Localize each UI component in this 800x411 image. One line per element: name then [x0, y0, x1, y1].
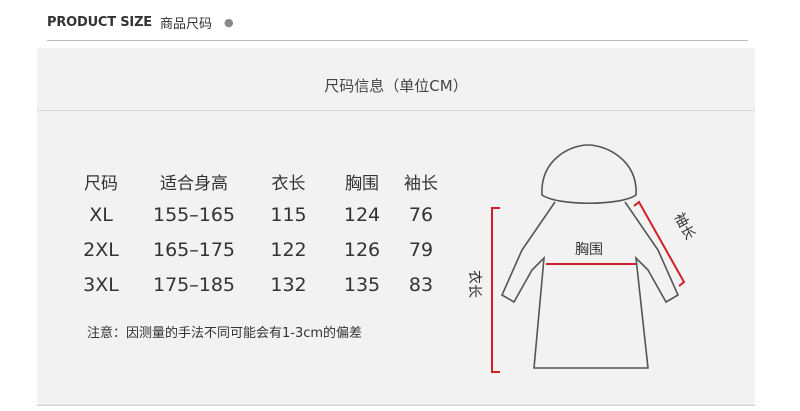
size-table: 尺码 适合身高 衣长 胸围 袖长 XL 155–165 115 124 76 2…: [55, 165, 454, 302]
measurement-note: 注意：因测量的手法不同可能会有1-3cm的偏差: [87, 326, 363, 341]
sleeve-label: 袖长: [670, 210, 697, 242]
cell-chest: 124: [343, 203, 381, 226]
length-marker: [491, 207, 500, 373]
table-row: 3XL 175–185 132 135 83: [55, 267, 454, 302]
cell-height: 165–175: [152, 238, 236, 261]
dot-icon: ●: [224, 15, 234, 29]
chest-label: 胸围: [575, 242, 603, 258]
cell-sleeve: 83: [408, 273, 434, 296]
coat-outline: [500, 201, 680, 369]
length-label: 衣长: [466, 270, 482, 298]
table-row: XL 155–165 115 124 76: [55, 197, 454, 232]
cell-height: 175–185: [152, 273, 236, 296]
hood-outline: [541, 144, 637, 204]
table-header-row: 尺码 适合身高 衣长 胸围 袖长: [55, 165, 454, 197]
cell-size: 2XL: [83, 238, 119, 261]
cell-size: XL: [89, 203, 113, 226]
section-header: PRODUCT SIZE 商品尺码 ●: [47, 12, 234, 32]
table-row: 2XL 165–175 122 126 79: [55, 232, 454, 267]
header-sleeve: 袖长: [404, 173, 438, 194]
raincoat-diagram: 胸围 衣长 袖长: [466, 144, 698, 373]
cell-sleeve: 79: [408, 238, 434, 261]
cell-height: 155–165: [152, 203, 236, 226]
header-length: 衣长: [271, 173, 306, 194]
cell-length: 132: [270, 273, 307, 296]
size-info-title: 尺码信息（单位CM）: [324, 77, 468, 95]
bottom-divider: [37, 404, 755, 406]
title-divider: [37, 110, 755, 111]
cell-length: 115: [270, 203, 307, 226]
product-size-label: PRODUCT SIZE: [47, 14, 152, 30]
cell-chest: 126: [343, 238, 381, 261]
cell-size: 3XL: [83, 273, 119, 296]
cell-sleeve: 76: [408, 203, 434, 226]
product-size-cn-label: 商品尺码: [159, 16, 212, 32]
header-divider: [47, 40, 748, 41]
cell-length: 122: [270, 238, 307, 261]
header-size: 尺码: [84, 173, 118, 194]
header-height: 适合身高: [160, 173, 228, 194]
cell-chest: 135: [343, 273, 381, 296]
header-chest: 胸围: [345, 173, 379, 194]
